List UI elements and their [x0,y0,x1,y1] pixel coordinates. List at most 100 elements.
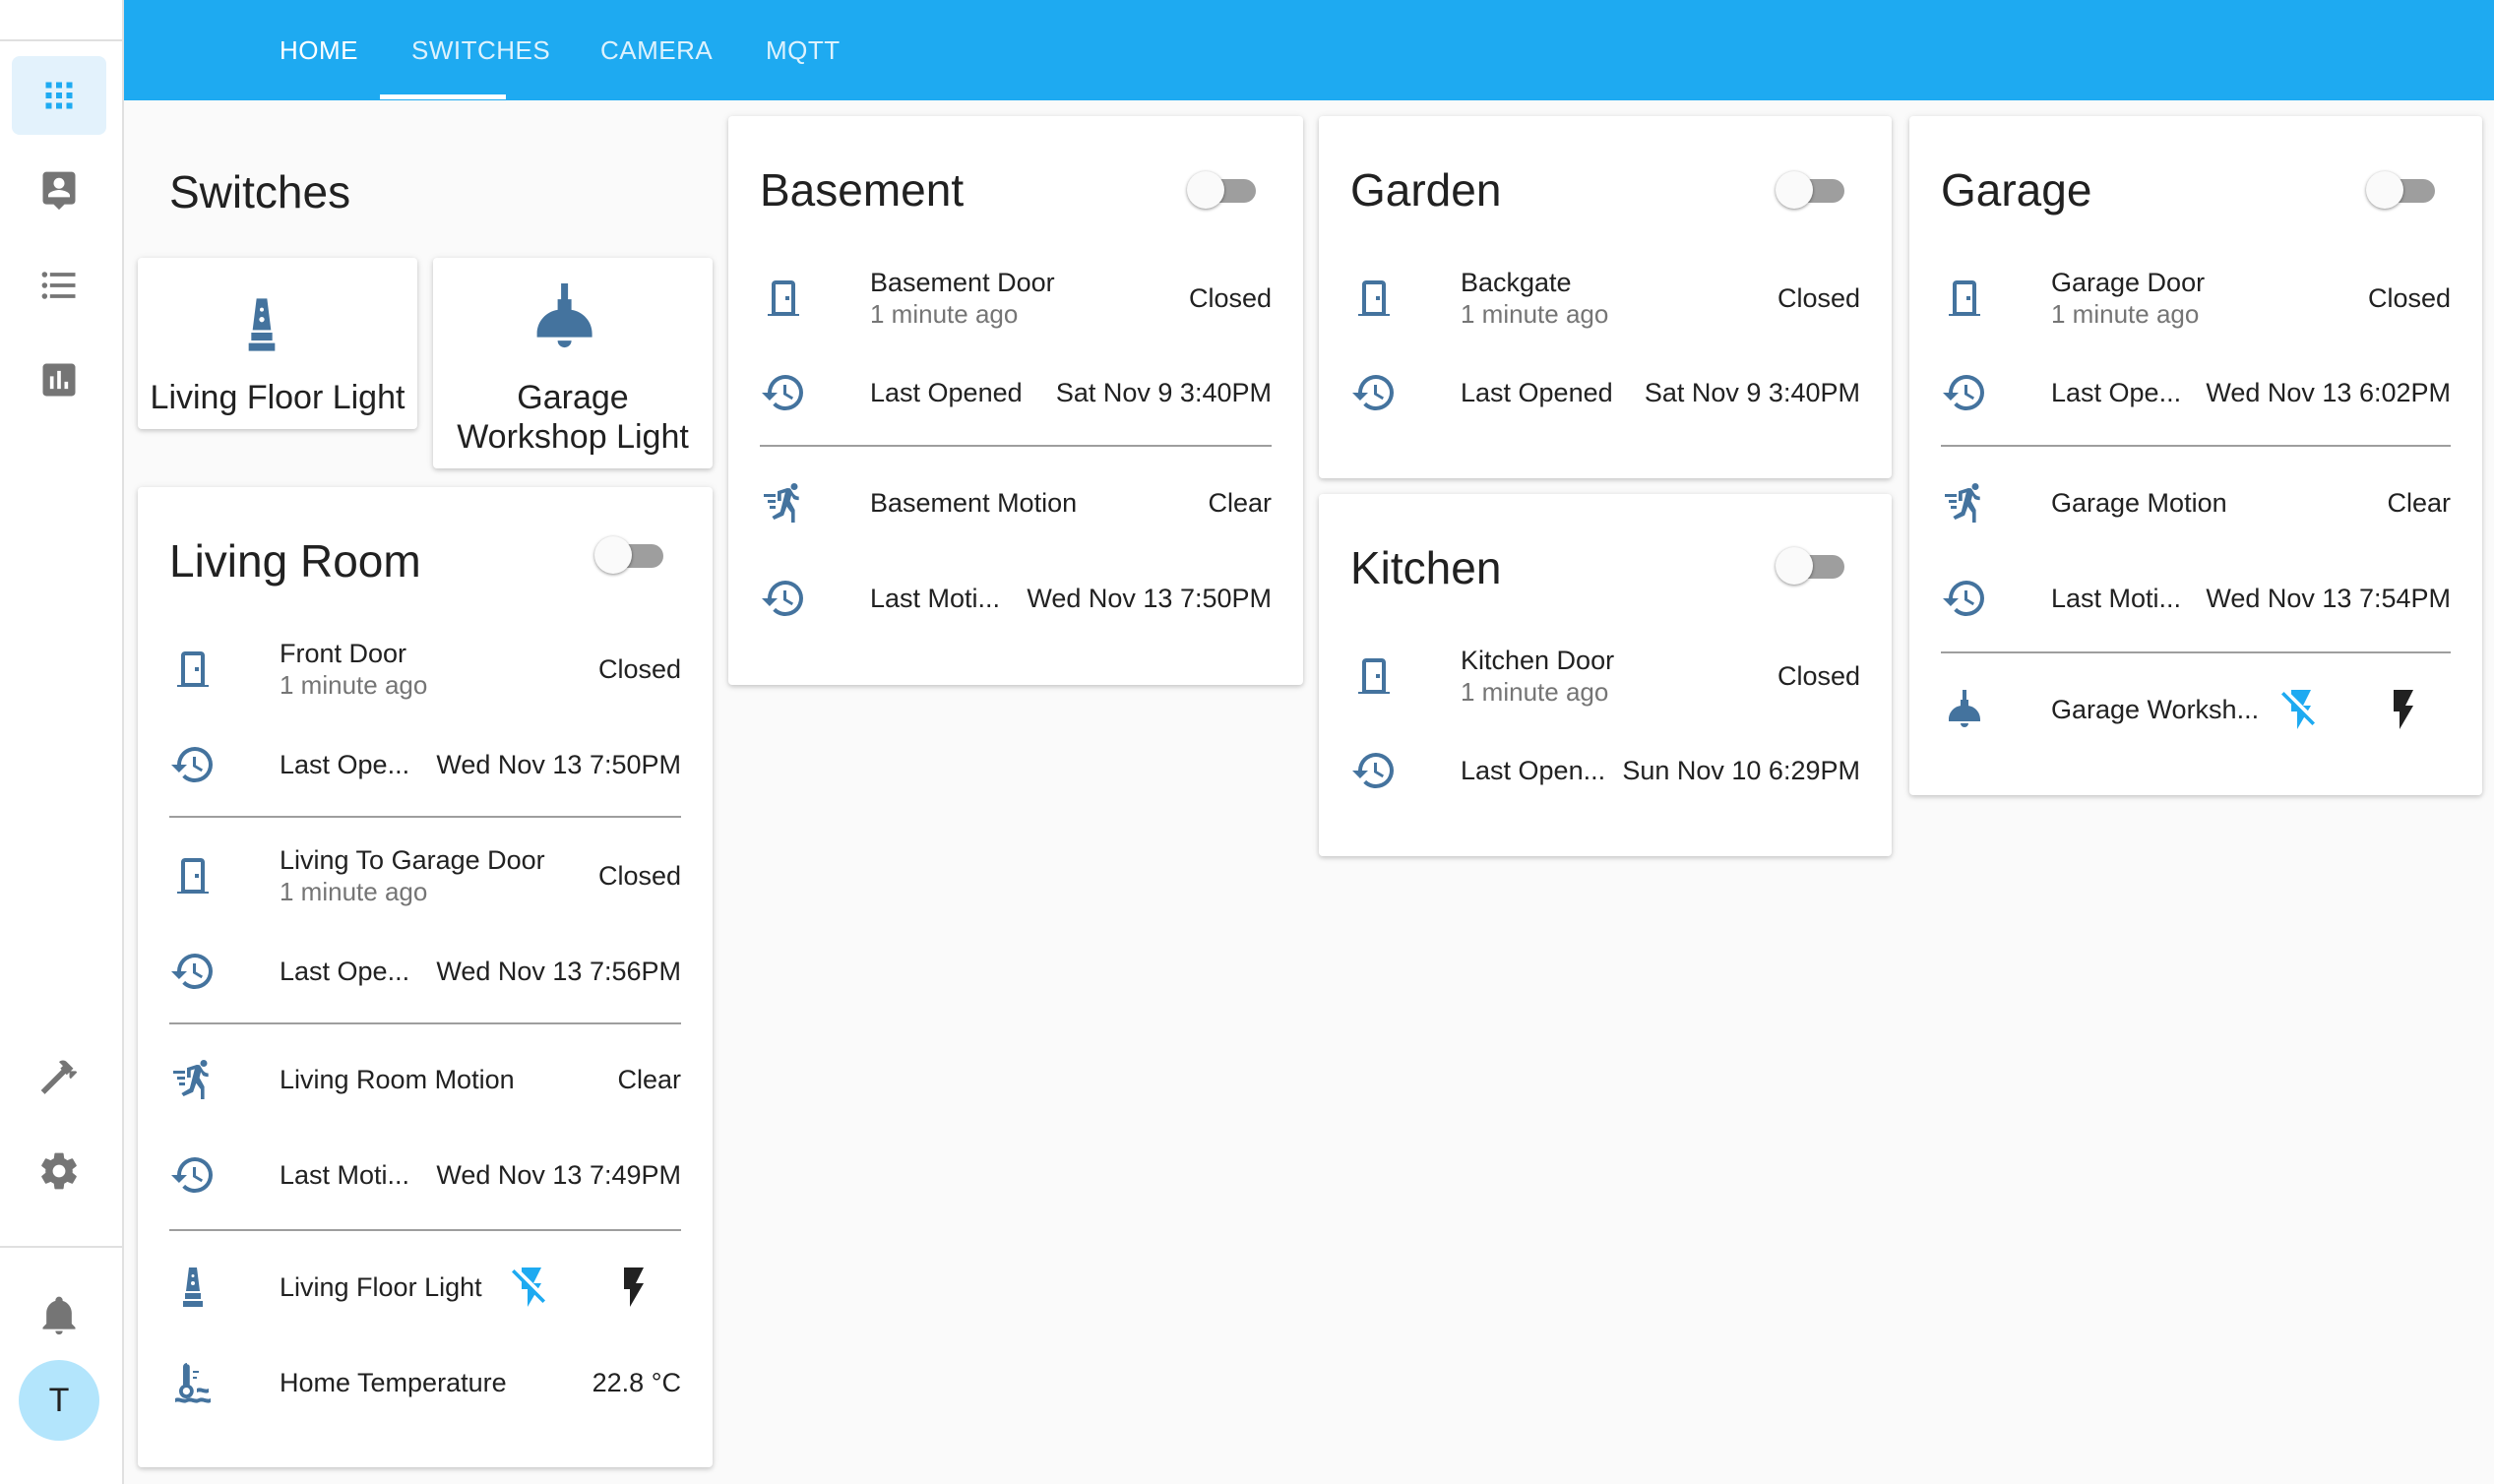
sidebar-item-logbook[interactable] [12,246,106,325]
door-icon [1941,275,1988,322]
row-name: Backgate [1461,268,1572,297]
floor-lamp-icon [246,281,309,376]
garage-workshop-light-row[interactable]: Garage Worksh... [1941,675,2451,744]
row-state: Closed [1777,283,1860,313]
row-last-changed: 1 minute ago [1461,677,1609,707]
tab-switches[interactable]: SWITCHES [411,0,550,100]
row-state: Wed Nov 13 7:54PM [2206,584,2451,613]
basement-door-row[interactable]: Basement Door 1 minute ago Closed [760,264,1272,333]
history-icon [1941,369,1988,416]
row-state: Wed Nov 13 7:50PM [436,750,681,779]
row-last-changed: 1 minute ago [280,877,428,906]
garage-door-row[interactable]: Garage Door 1 minute ago Closed [1941,264,2451,333]
row-name: Living Room Motion [280,1065,515,1094]
row-name: Last Opened [1461,378,1613,407]
sidebar-item-history[interactable] [12,340,106,419]
tab-camera[interactable]: CAMERA [600,0,713,100]
row-name: Last Moti... [2051,584,2182,613]
history-icon [760,369,807,416]
living-room-toggle[interactable] [594,532,667,576]
front-door-row[interactable]: Front Door 1 minute ago Closed [169,635,681,704]
row-name: Garage Door [2051,268,2206,297]
row-state: Wed Nov 13 7:49PM [436,1160,681,1190]
row-name: Front Door [280,639,407,668]
kitchen-last-opened-row[interactable]: Last Open... Sun Nov 10 6:29PM [1350,736,1860,805]
backgate-last-opened-row[interactable]: Last Opened Sat Nov 9 3:40PM [1350,358,1860,427]
sidebar-bottom-divider [0,1246,122,1248]
basement-toggle[interactable] [1187,167,1260,211]
divider [760,445,1272,447]
history-icon [169,948,217,995]
living-room-motion-row[interactable]: Living Room Motion Clear [169,1045,681,1114]
logbook-list-icon [41,272,76,299]
sidebar-item-map[interactable] [12,151,106,229]
user-avatar[interactable]: T [19,1360,99,1441]
motion-run-icon [1941,479,1988,526]
garage-workshop-light-button[interactable]: Garage Workshop Light [433,258,713,468]
living-room-last-motion-row[interactable]: Last Moti... Wed Nov 13 7:49PM [169,1141,681,1209]
floor-lamp-icon [169,1264,217,1311]
sidebar-item-developer-tools[interactable] [12,1037,106,1116]
flash-off-icon[interactable] [508,1264,555,1311]
motion-run-icon [760,479,807,526]
row-name: Last Moti... [280,1160,410,1190]
sidebar-top-divider [0,39,122,41]
map-person-icon [42,171,76,211]
row-name: Garage Motion [2051,488,2227,518]
top-tab-bar: HOME SWITCHES CAMERA MQTT [124,0,2494,100]
row-name: Last Ope... [2051,378,2182,407]
thermometer-icon [169,1359,217,1406]
door-icon [169,646,217,693]
flash-on-icon[interactable] [610,1264,657,1311]
basement-last-opened-row[interactable]: Last Opened Sat Nov 9 3:40PM [760,358,1272,427]
garden-card: Garden Backgate 1 minute ago Closed Last… [1319,116,1892,478]
living-room-title: Living Room [169,535,421,587]
flash-on-icon[interactable] [2380,686,2427,733]
configuration-gear-icon [41,1152,77,1190]
backgate-row[interactable]: Backgate 1 minute ago Closed [1350,264,1860,333]
row-last-changed: 1 minute ago [1461,299,1609,329]
row-last-changed: 1 minute ago [870,299,1019,329]
living-to-garage-door-row[interactable]: Living To Garage Door 1 minute ago Close… [169,841,681,910]
door-icon [760,275,807,322]
front-door-last-opened-row[interactable]: Last Ope... Wed Nov 13 7:50PM [169,730,681,799]
history-icon [1350,747,1398,794]
row-state: Wed Nov 13 7:50PM [1027,584,1272,613]
overview-grid-icon [45,82,73,109]
garden-toggle[interactable] [1776,167,1848,211]
living-floor-light-row[interactable]: Living Floor Light [169,1253,681,1322]
garage-toggle[interactable] [2366,167,2439,211]
history-icon [1350,369,1398,416]
history-icon [1941,575,1988,622]
divider [169,1229,681,1231]
garage-motion-row[interactable]: Garage Motion Clear [1941,468,2451,537]
living-floor-light-button[interactable]: Living Floor Light [138,258,417,429]
sidebar-item-notifications[interactable] [12,1275,106,1354]
row-name: Last Open... [1461,756,1606,785]
kitchen-door-row[interactable]: Kitchen Door 1 minute ago Closed [1350,642,1860,711]
row-state: Closed [597,861,681,891]
divider [1941,445,2451,447]
motion-run-icon [169,1056,217,1103]
row-name: Home Temperature [280,1368,507,1397]
garage-last-motion-row[interactable]: Last Moti... Wed Nov 13 7:54PM [1941,564,2451,633]
basement-last-motion-row[interactable]: Last Moti... Wed Nov 13 7:50PM [760,564,1272,633]
garage-last-opened-row[interactable]: Last Ope... Wed Nov 13 6:02PM [1941,358,2451,427]
tab-mqtt[interactable]: MQTT [766,0,841,100]
sidebar-item-configuration[interactable] [12,1132,106,1210]
tab-home[interactable]: HOME [280,0,358,100]
home-temperature-row[interactable]: Home Temperature 22.8 °C [169,1348,681,1417]
living-to-garage-last-opened-row[interactable]: Last Ope... Wed Nov 13 7:56PM [169,937,681,1006]
developer-tools-hammer-icon [40,1060,78,1094]
row-name: Last Opened [870,378,1023,407]
history-icon [169,1151,217,1199]
flash-off-icon[interactable] [2277,686,2325,733]
garage-title: Garage [1941,164,2092,216]
sidebar-item-overview[interactable] [12,56,106,135]
ceiling-light-icon [1941,686,1988,733]
kitchen-toggle[interactable] [1776,543,1848,587]
basement-motion-row[interactable]: Basement Motion Clear [760,468,1272,537]
door-icon [1350,275,1398,322]
divider [1941,651,2451,653]
history-chart-icon [42,363,76,397]
